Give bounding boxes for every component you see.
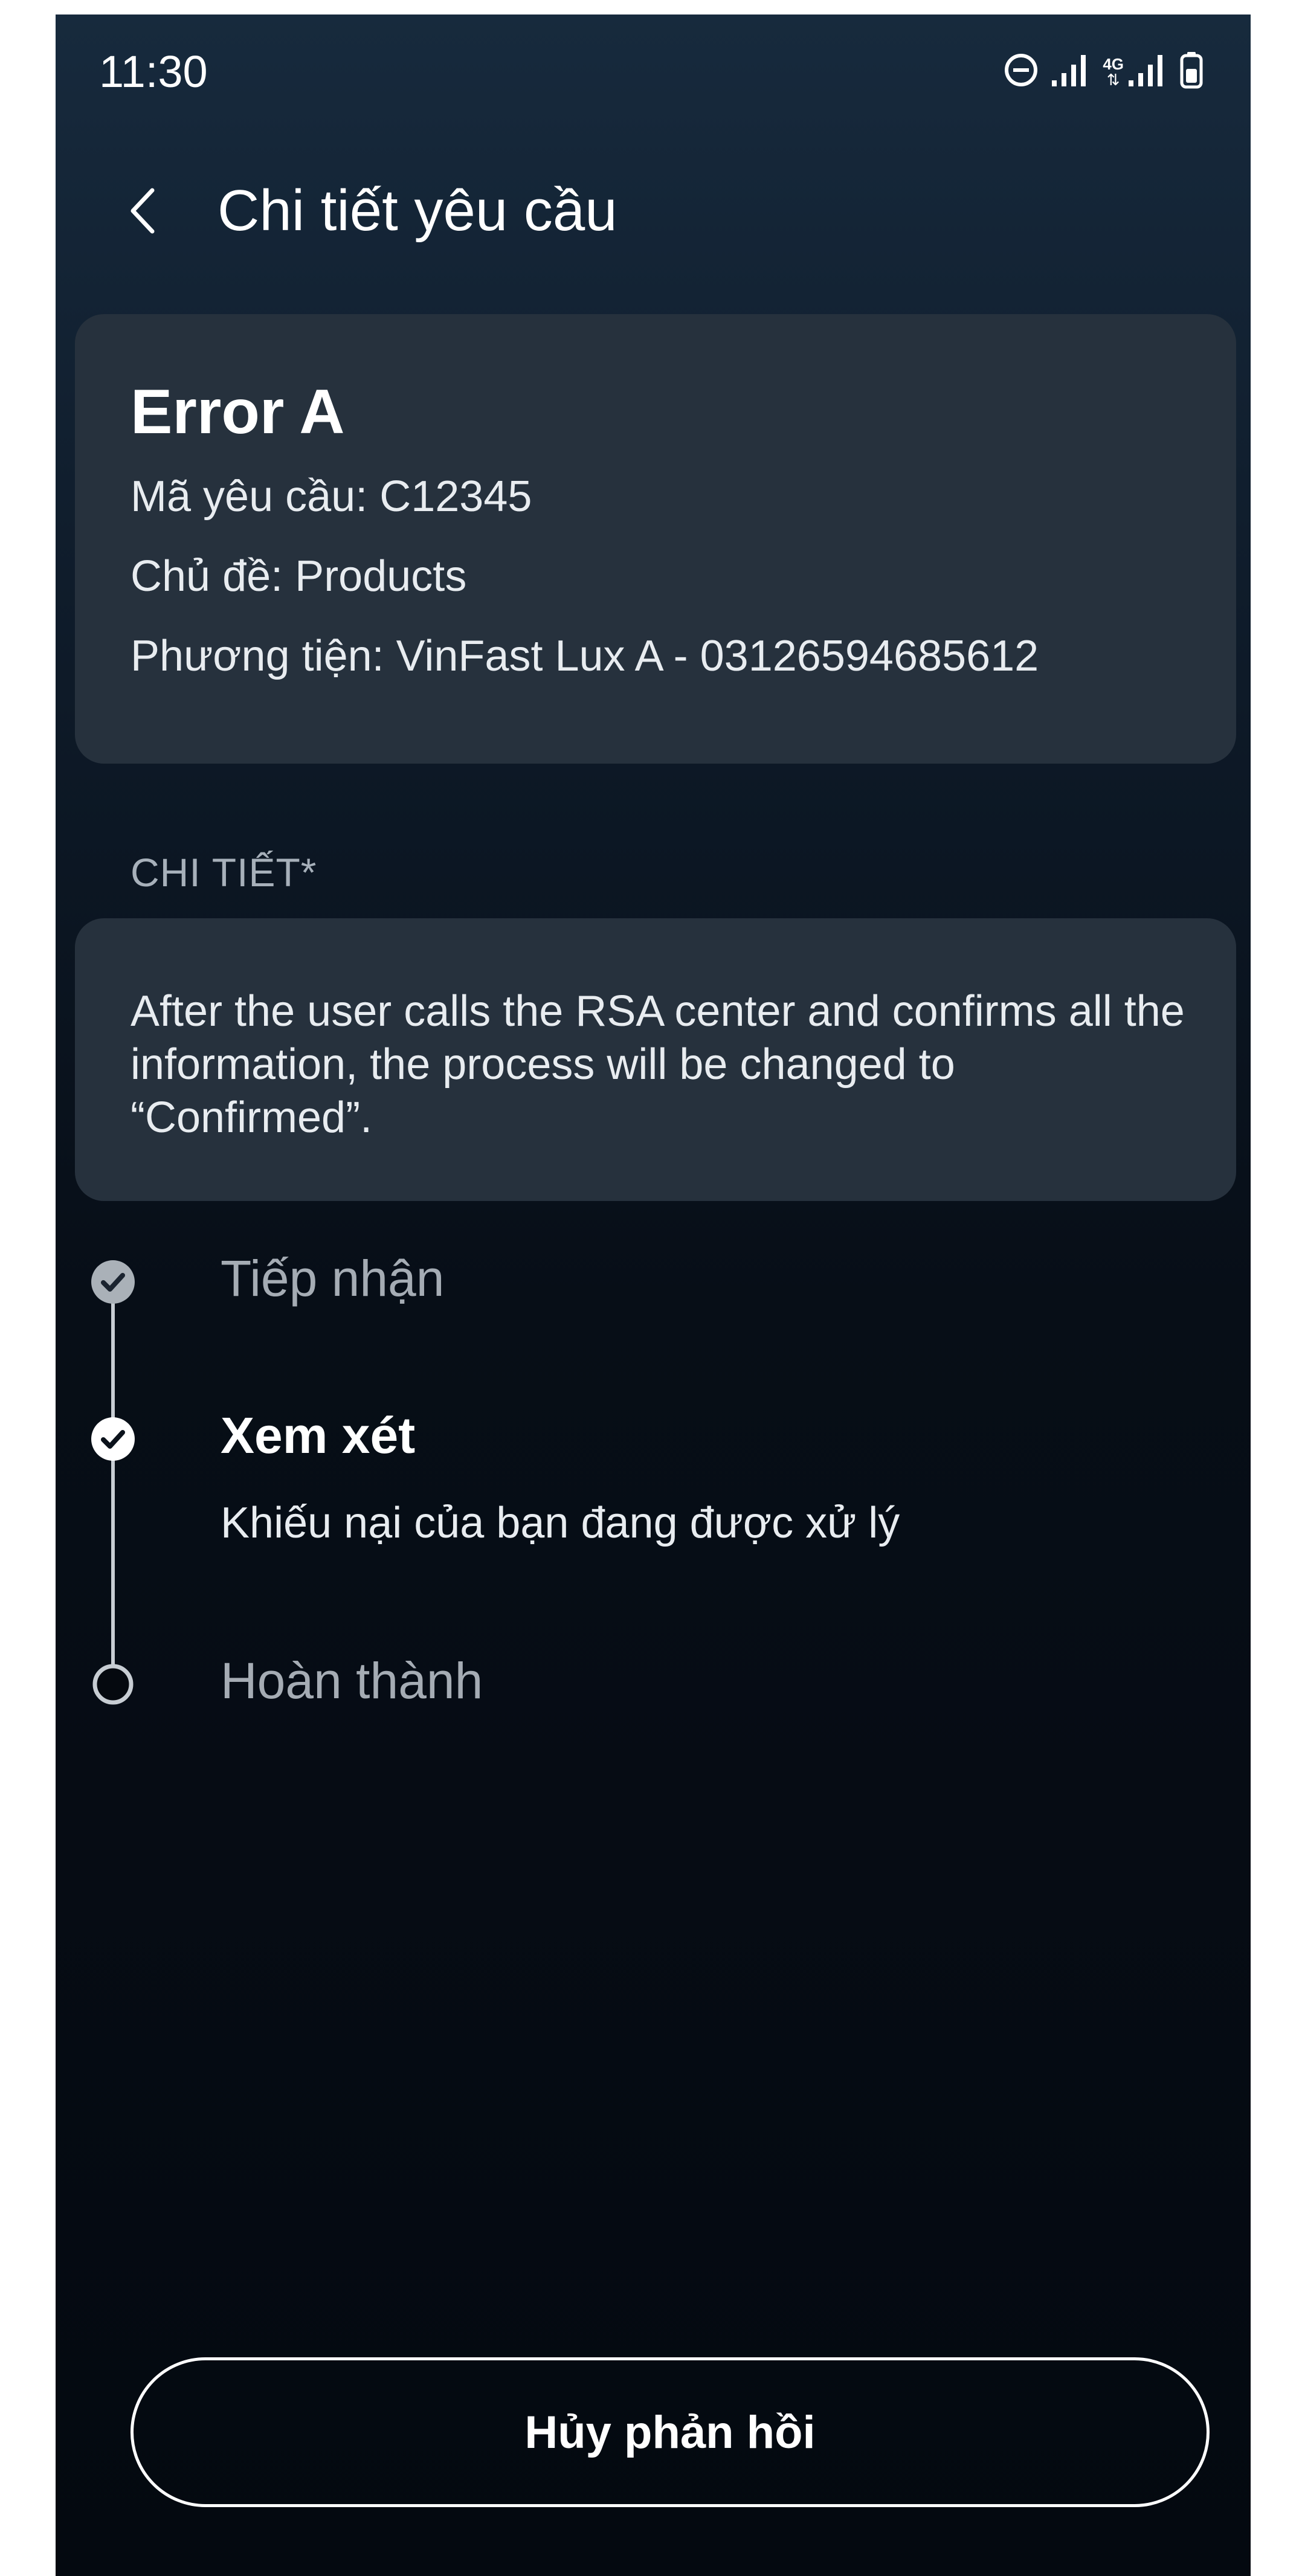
details-section-label: CHI TIẾT* [131,850,317,895]
check-circle-icon [91,1260,135,1304]
step-description: Khiếu nại của bạn đang được xử lý [221,1499,900,1547]
step-label: Xem xét [221,1407,416,1464]
request-topic: Chủ đề: Products [131,552,467,601]
chevron-left-icon [131,188,155,234]
back-button[interactable] [128,178,182,244]
data-arrows-icon: ⇅ [1106,71,1120,89]
details-text: After the user calls the RSA center and … [131,987,1185,1142]
4g-signal-icon: 4G ⇅ [1103,53,1168,88]
page-title: Chi tiết yêu cầu [218,178,617,243]
network-type-label: 4G [1103,55,1124,73]
header: Chi tiết yêu cầu [128,178,617,244]
status-time: 11:30 [99,47,208,97]
details-card: After the user calls the RSA center and … [75,918,1236,1201]
request-title: Error A [131,377,345,447]
do-not-disturb-icon [1004,53,1039,88]
timeline-line [111,1287,115,1686]
status-icons: 4G ⇅ [1004,51,1204,89]
check-circle-icon [91,1417,135,1461]
app-screen: 11:30 4G ⇅ Chi tiết yêu cầu Error A Mã y… [56,14,1251,2576]
request-vehicle: Phương tiện: VinFast Lux A - 03126594685… [131,632,1039,680]
step-label: Tiếp nhận [221,1250,445,1307]
cancel-feedback-button[interactable]: Hủy phản hồi [131,2357,1210,2507]
request-code: Mã yêu cầu: C12345 [131,472,532,521]
step-label: Hoàn thành [221,1652,483,1709]
battery-icon [1179,51,1204,89]
signal-icon [1049,53,1092,88]
empty-circle-icon [92,1664,134,1705]
request-info-card: Error A Mã yêu cầu: C12345 Chủ đề: Produ… [75,314,1236,764]
